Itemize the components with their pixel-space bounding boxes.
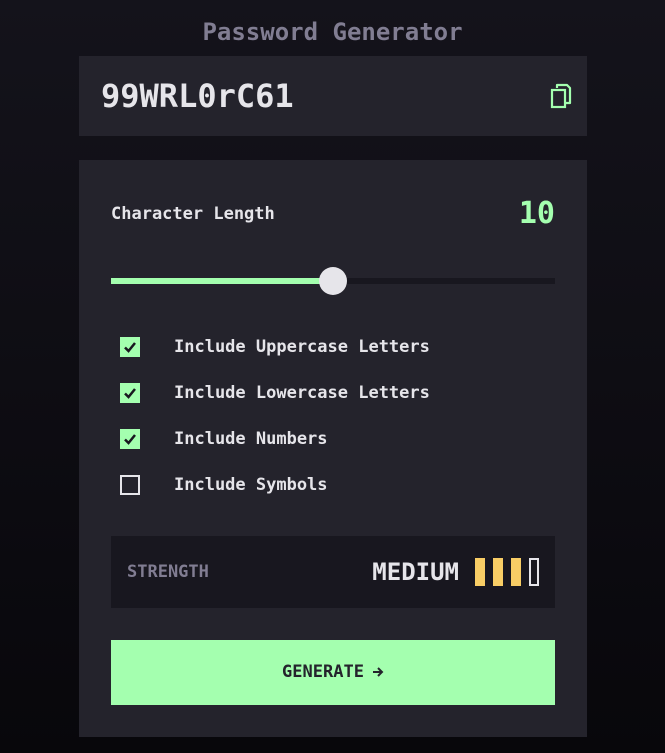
option-label: Include Symbols [174, 475, 328, 495]
option-label: Include Lowercase Letters [174, 383, 430, 403]
option-uppercase[interactable]: Include Uppercase Letters [120, 337, 520, 357]
numbers-checkbox[interactable] [120, 429, 140, 449]
check-icon [124, 434, 136, 445]
strength-label: STRENGTH [127, 562, 209, 582]
strength-level: MEDIUM [372, 558, 459, 586]
character-length-label: Character Length [111, 204, 275, 224]
check-icon [124, 388, 136, 399]
generate-button[interactable]: GENERATE [111, 640, 555, 705]
settings-panel: Character Length 10 Include Uppercase Le… [79, 160, 587, 737]
strength-bar [475, 558, 485, 586]
option-numbers[interactable]: Include Numbers [120, 429, 520, 449]
password-value: 99WRL0rC61 [101, 77, 294, 115]
option-lowercase[interactable]: Include Lowercase Letters [120, 383, 520, 403]
generate-label: GENERATE [111, 662, 555, 682]
strength-meter: STRENGTH MEDIUM [111, 536, 555, 608]
password-display: 99WRL0rC61 [79, 56, 587, 136]
slider-thumb[interactable] [319, 267, 347, 295]
character-length-value: 10 [518, 196, 555, 231]
length-slider[interactable] [111, 267, 555, 295]
slider-fill [111, 278, 333, 284]
option-label: Include Numbers [174, 429, 328, 449]
strength-bar [493, 558, 503, 586]
page-title: Password Generator [202, 18, 463, 46]
lowercase-checkbox[interactable] [120, 383, 140, 403]
uppercase-checkbox[interactable] [120, 337, 140, 357]
arrow-right-icon [372, 667, 384, 677]
strength-bar [511, 558, 521, 586]
option-label: Include Uppercase Letters [174, 337, 430, 357]
option-symbols[interactable]: Include Symbols [120, 475, 520, 495]
copy-icon[interactable] [550, 83, 572, 109]
check-icon [124, 342, 136, 353]
strength-bar [529, 558, 539, 586]
symbols-checkbox[interactable] [120, 475, 140, 495]
generate-text: GENERATE [282, 662, 364, 682]
